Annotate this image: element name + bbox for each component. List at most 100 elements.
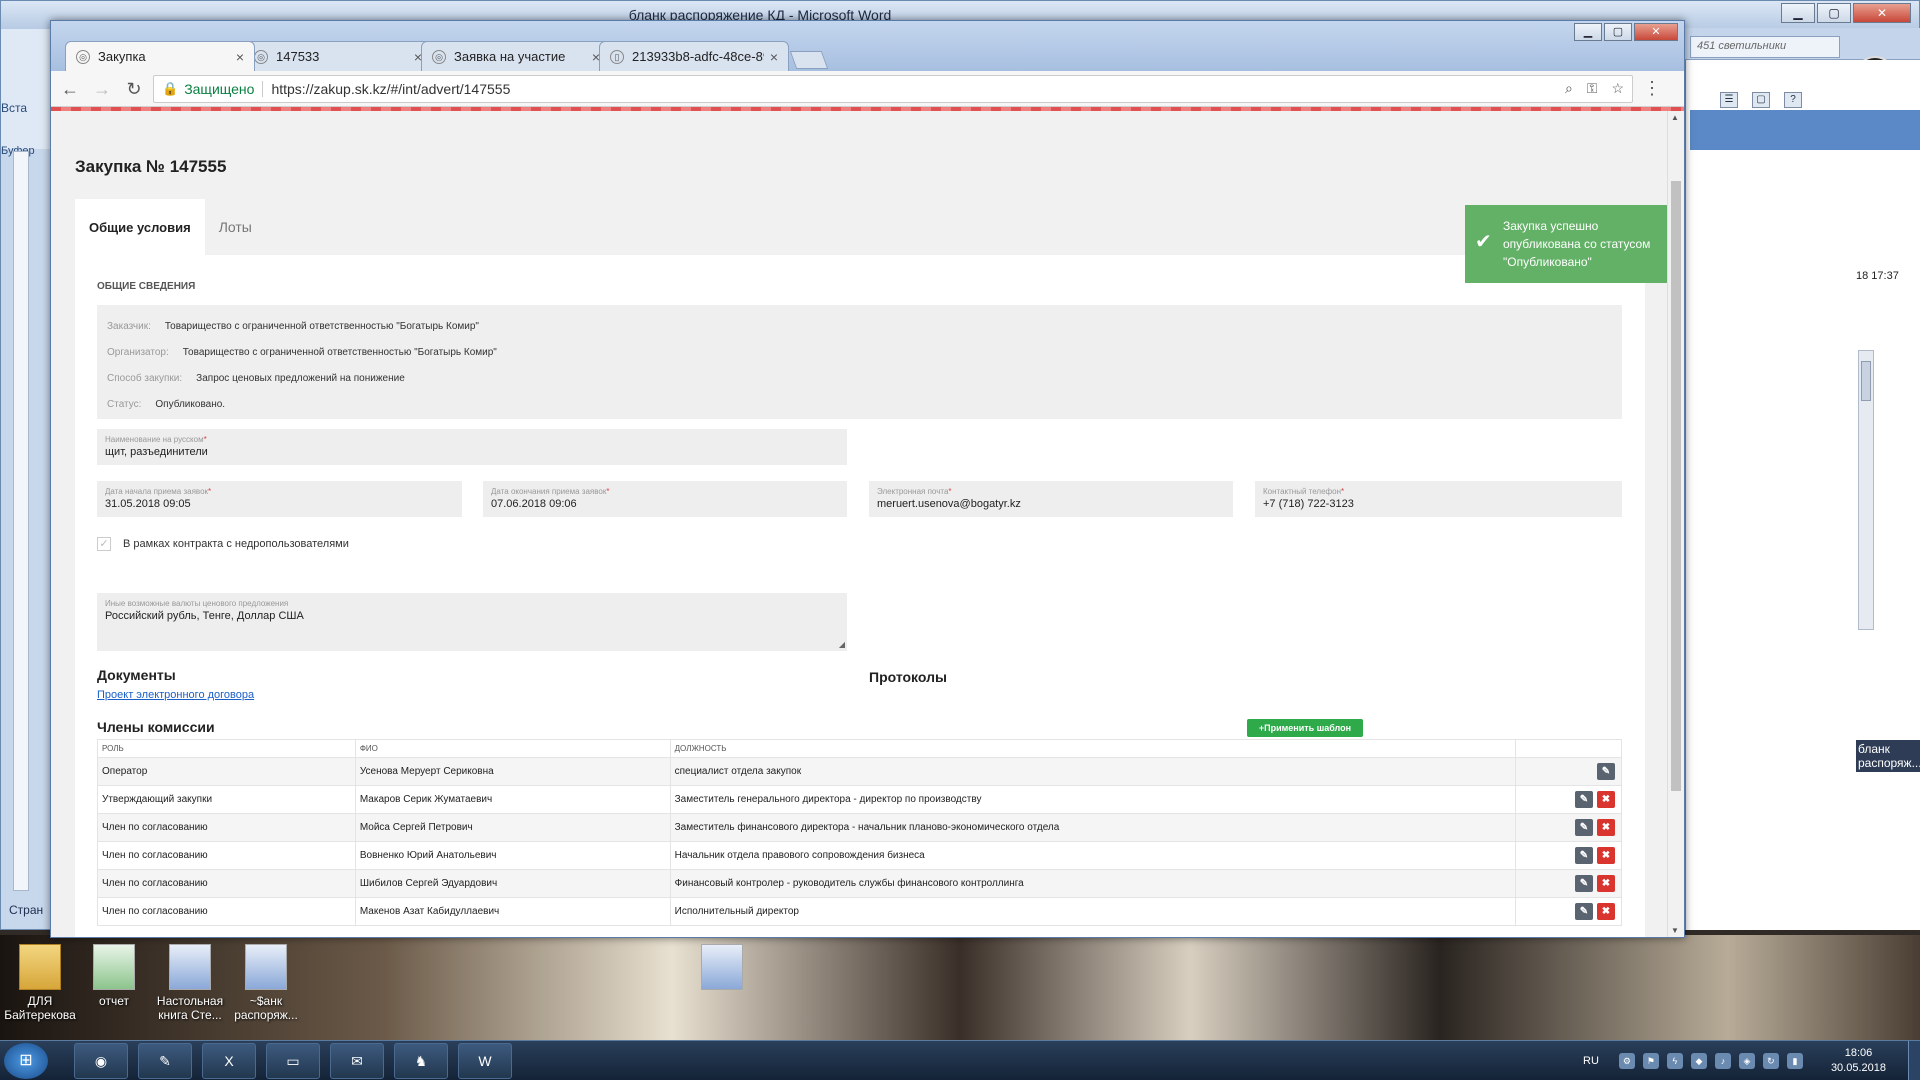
checkbox-box[interactable]: ✓ [97,537,111,551]
subsoil-contract-checkbox[interactable]: ✓ В рамках контракта с недропользователя… [97,537,349,551]
taskbar-explorer-button[interactable]: ▭ [266,1043,320,1079]
browser-tab[interactable]: ◎ Заявка на участие × [421,41,611,71]
app-tray-icon[interactable]: ◆ [1690,1053,1707,1069]
system-tray: RU ⚙ ⚑ ϟ ◆ ♪ ◈ ↻ ▮ 18:06 30.05.2018 [1583,1041,1920,1080]
tab-close-icon[interactable]: × [236,49,244,65]
desktop-icon-excel[interactable]: отчет [74,944,154,1008]
help-icon[interactable]: ? [1784,92,1802,108]
update-icon[interactable]: ↻ [1762,1053,1779,1069]
edit-pencil-icon[interactable]: ✎ [1575,875,1593,892]
field-value[interactable]: +7 (718) 722-3123 [1263,498,1614,510]
tray-clock[interactable]: 18:06 30.05.2018 [1831,1046,1886,1076]
delete-x-icon[interactable]: ✖ [1597,847,1615,864]
reload-button[interactable]: ↻ [121,76,147,102]
taskbar-app-button[interactable]: ♞ [394,1043,448,1079]
page-scrollbar[interactable]: ▲ ▼ [1667,111,1684,937]
delete-x-icon[interactable]: ✖ [1597,875,1615,892]
explorer-doc-label[interactable]: бланк распоряж... [1856,740,1920,772]
shield-icon[interactable]: ◈ [1738,1053,1755,1069]
browser-tab[interactable]: ▯ 213933b8-adfc-48ce-89 × [599,41,789,71]
resize-handle-icon[interactable]: ◢ [839,640,845,649]
contract-draft-link[interactable]: Проект электронного договора [97,689,254,701]
language-indicator[interactable]: RU [1583,1055,1599,1067]
explorer-scrollbar[interactable] [1858,350,1874,630]
field-value[interactable]: 07.06.2018 09:06 [491,498,839,510]
scroll-up-arrow-icon[interactable]: ▲ [1671,113,1679,122]
delete-x-icon[interactable]: ✖ [1597,903,1615,920]
phone-field[interactable]: Контактный телефон* +7 (718) 722-3123 [1255,481,1622,517]
taskbar-word-button[interactable]: W [458,1043,512,1079]
taskbar-excel-button[interactable]: X [202,1043,256,1079]
explorer-scroll-thumb[interactable] [1861,361,1871,401]
field-value[interactable]: 31.05.2018 09:05 [105,498,454,510]
desktop-icon-word-temp[interactable]: ~$анк распоряж... [226,944,306,1022]
power-icon[interactable]: ϟ [1666,1053,1683,1069]
browser-tab[interactable]: ◎ Закупка × [65,41,255,71]
edit-pencil-icon[interactable]: ✎ [1575,847,1593,864]
show-desktop-button[interactable] [1908,1041,1920,1080]
browser-close-button[interactable]: ✕ [1634,23,1678,41]
browser-minimize-button[interactable]: ▁ [1574,23,1602,41]
desktop-icon-word-drag[interactable] [682,944,762,994]
maximize-button[interactable]: ▢ [1817,3,1851,23]
scroll-down-arrow-icon[interactable]: ▼ [1671,926,1679,935]
tab-general-conditions[interactable]: Общие условия [75,199,205,255]
browser-tab[interactable]: ◎ 147533 × [243,41,433,71]
lock-icon[interactable]: 🔒 [162,81,178,97]
field-value[interactable]: Российский рубль, Тенге, Доллар США [105,610,839,622]
secure-label[interactable]: Защищено [184,81,254,97]
currencies-textarea[interactable]: Иные возможные валюты ценового предложен… [97,593,847,651]
column-header [1515,739,1622,758]
zoom-icon[interactable]: ⌕ [1565,80,1573,97]
browser-titlebar: ▁ ▢ ✕ ◎ Закупка × ◎ 147533 × ◎ Заявка на учас… [51,21,1684,71]
edit-pencil-icon[interactable]: ✎ [1575,819,1593,836]
start-date-field[interactable]: Дата начала приема заявок* 31.05.2018 09… [97,481,462,517]
url-text[interactable]: https://zakup.sk.kz/#/int/advert/147555 [271,81,510,97]
name-cell: Макенов Азат Кабидуллаевич [354,897,671,926]
start-button[interactable]: ⊞ [4,1043,48,1079]
delete-x-icon[interactable]: ✖ [1597,791,1615,808]
desktop-icon-folder[interactable]: ДЛЯ Байтерекова [0,944,80,1022]
forward-button[interactable]: → [89,76,115,102]
new-tab-button[interactable] [789,51,829,69]
excel-file-icon [93,944,135,990]
tab-lots[interactable]: Лоты [205,199,266,255]
close-button[interactable]: ✕ [1853,3,1911,23]
end-date-field[interactable]: Дата окончания приема заявок* 07.06.2018… [483,481,847,517]
address-bar[interactable]: 🔒 Защищено https://zakup.sk.kz/#/int/adv… [153,74,1633,103]
word-status-page[interactable]: Стран [9,903,43,917]
view-options-icon[interactable]: ☰ [1720,92,1738,108]
bookmark-star-icon[interactable]: ☆ [1611,80,1624,97]
key-icon[interactable]: ⚿ [1587,80,1598,97]
success-toast[interactable]: ✔ Закупка успешно опубликована со статус… [1465,205,1669,283]
role-cell: Член по согласованию [97,869,356,898]
paste-label[interactable]: Вста [1,101,49,115]
tab-file-icon: ▯ [610,49,624,64]
field-value[interactable]: щит, разъединители [105,446,839,458]
minimize-button[interactable]: ▁ [1781,3,1815,23]
email-field[interactable]: Электронная почта* meruert.usenova@bogat… [869,481,1233,517]
apply-template-button[interactable]: +Применить шаблон [1247,719,1363,737]
edit-pencil-icon[interactable]: ✎ [1597,763,1615,780]
taskbar-outlook-button[interactable]: ✉ [330,1043,384,1079]
edit-pencil-icon[interactable]: ✎ [1575,903,1593,920]
delete-x-icon[interactable]: ✖ [1597,819,1615,836]
explorer-search-input[interactable]: 451 светильники [1690,36,1840,58]
network-icon[interactable]: ⚙ [1618,1053,1635,1069]
field-label: Иные возможные валюты ценового предложен… [105,599,289,608]
taskbar-notes-button[interactable]: ✎ [138,1043,192,1079]
page-scroll-thumb[interactable] [1671,181,1681,791]
edit-pencil-icon[interactable]: ✎ [1575,791,1593,808]
desktop-icon-word[interactable]: Настольная книга Сте... [150,944,230,1022]
field-value[interactable]: meruert.usenova@bogatyr.kz [877,498,1225,510]
flag-icon[interactable]: ⚑ [1642,1053,1659,1069]
browser-maximize-button[interactable]: ▢ [1604,23,1632,41]
tab-close-icon[interactable]: × [770,49,778,65]
volume-icon[interactable]: ♪ [1714,1053,1731,1069]
name-ru-field[interactable]: Наименование на русском* щит, разъединит… [97,429,847,465]
battery-icon[interactable]: ▮ [1786,1053,1803,1069]
back-button[interactable]: ← [57,76,83,102]
preview-pane-icon[interactable]: ▢ [1752,92,1770,108]
browser-menu-icon[interactable]: ⋮ [1643,78,1661,99]
taskbar-chrome-button[interactable]: ◉ [74,1043,128,1079]
